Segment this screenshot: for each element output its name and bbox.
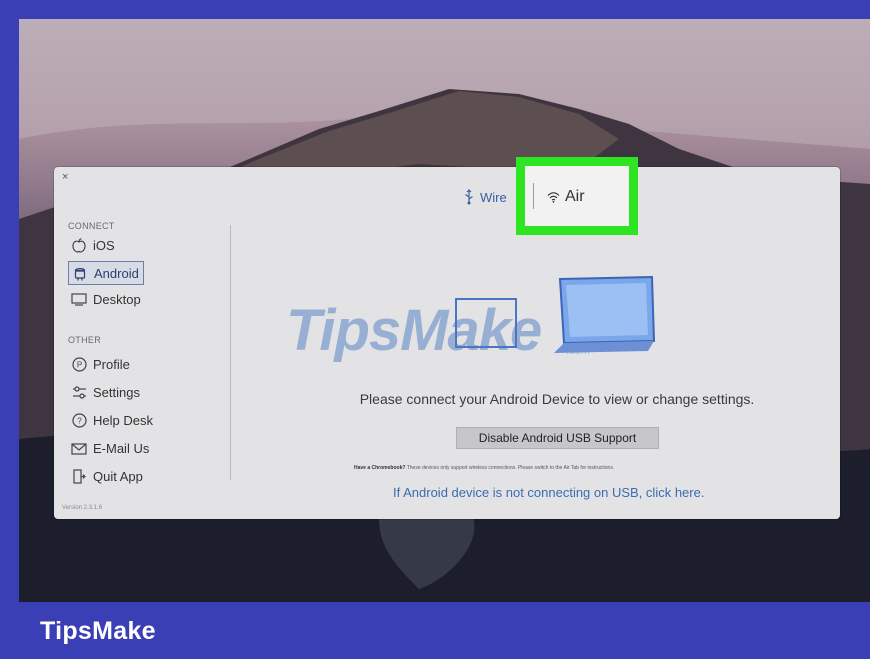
chromebook-note-bold: Have a Chromebook? [354,465,406,471]
usb-icon [464,189,474,205]
tab-wired-label: Wire [480,189,507,205]
svg-text:P: P [76,360,81,369]
other-section-label: OTHER [68,335,101,345]
sidebar-item-label: Android [94,265,139,281]
app-window: × CONNECT iOS Android Desktop OTHER P Pr… [54,167,840,519]
connection-tabs: Wire [464,189,507,205]
chromebook-note: Have a Chromebook? These devices only su… [354,465,614,471]
version-label: Version 2.3.1.6 [62,505,103,511]
sidebar-divider [230,225,231,480]
sidebar-item-ios[interactable]: iOS [68,234,119,256]
sidebar-item-android[interactable]: Android [68,261,144,285]
android-icon [71,265,89,281]
wifi-icon [547,191,560,203]
usb-help-link[interactable]: If Android device is not connecting on U… [393,485,704,500]
sidebar: CONNECT iOS Android Desktop OTHER P Prof… [54,167,232,519]
sidebar-item-label: iOS [93,237,115,253]
sidebar-item-label: Profile [93,356,130,372]
tab-wired[interactable]: Wire [464,189,507,205]
quit-icon [70,468,88,484]
sidebar-item-label: Quit App [93,468,143,484]
monitor-icon [70,291,88,307]
sidebar-item-email[interactable]: E-Mail Us [68,437,153,459]
sidebar-item-desktop[interactable]: Desktop [68,288,145,310]
email-icon [70,440,88,456]
tab-separator [533,183,534,209]
svg-text:?: ? [77,416,82,425]
air-tab-highlight-inner: Air [525,166,629,226]
tab-air[interactable]: Air [547,188,585,206]
sidebar-item-help-desk[interactable]: ? Help Desk [68,409,157,431]
profile-icon: P [70,356,88,372]
footer-brand-logo: TipsMake [40,617,156,645]
connect-message: Please connect your Android Device to vi… [359,391,755,407]
apple-icon [70,237,88,253]
sidebar-item-profile[interactable]: P Profile [68,353,134,375]
tab-air-label: Air [565,188,585,205]
device-illustration [452,275,662,365]
sidebar-item-label: E-Mail Us [93,440,150,456]
sidebar-item-label: Desktop [93,291,141,307]
disable-usb-button[interactable]: Disable Android USB Support [456,427,659,449]
chromebook-note-text: These devices only support wireless conn… [405,465,615,471]
sidebar-item-quit[interactable]: Quit App [68,465,147,487]
sidebar-item-label: Help Desk [93,412,153,428]
help-icon: ? [70,412,88,428]
connect-section-label: CONNECT [68,221,115,231]
air-tab-highlight: Air [516,157,638,235]
